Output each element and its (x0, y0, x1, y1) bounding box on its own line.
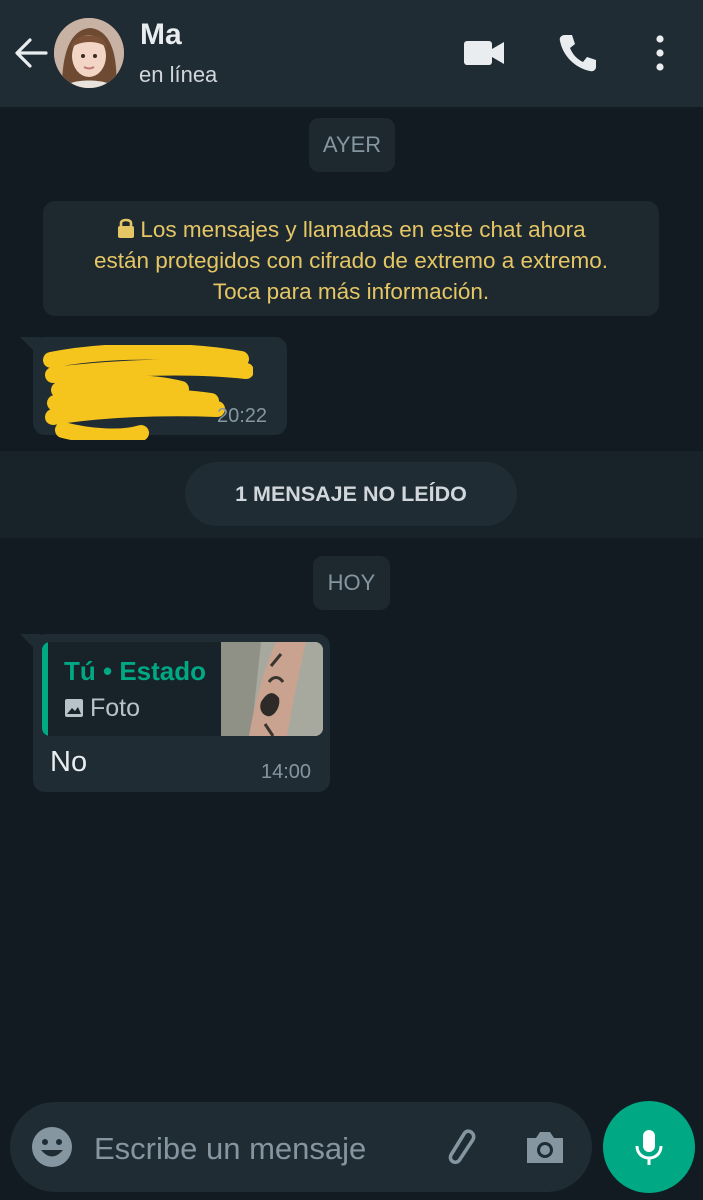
tattoo-photo-icon (221, 642, 323, 736)
contact-name[interactable]: Ma (140, 18, 182, 52)
status-photo-thumbnail (221, 642, 323, 736)
date-label: HOY (327, 570, 376, 595)
date-separator-yesterday: AYER (309, 118, 395, 172)
back-arrow-icon[interactable] (12, 34, 50, 72)
contact-status: en línea (139, 62, 218, 87)
lock-icon (118, 218, 135, 238)
message-time: 20:22 (217, 405, 268, 427)
message-composer[interactable]: Escribe un mensaje (10, 1102, 592, 1192)
photo-icon (65, 699, 83, 717)
date-separator-today: HOY (313, 556, 390, 610)
quote-subtitle: Foto (64, 694, 140, 723)
message-text: No (50, 746, 88, 778)
microphone-icon (635, 1130, 663, 1165)
encryption-notice-line1: Los mensajes y llamadas en este chat aho… (43, 214, 659, 245)
voice-message-button[interactable] (603, 1101, 695, 1193)
quote-title: Tú • Estado (64, 656, 206, 686)
attach-icon[interactable] (436, 1123, 484, 1171)
quote-accent-bar (42, 642, 48, 736)
more-options-icon[interactable] (637, 30, 683, 76)
message-input[interactable]: Escribe un mensaje (94, 1131, 366, 1167)
emoji-icon[interactable] (28, 1123, 76, 1171)
message-bubble-incoming[interactable]: 20:22 (33, 337, 287, 440)
avatar-photo-icon (54, 18, 124, 88)
quoted-status-reply[interactable]: Tú • Estado Foto (42, 642, 323, 736)
encryption-notice-line3: Toca para más información. (212, 279, 490, 304)
encryption-notice-line2: están protegidos con cifrado de extremo … (93, 248, 609, 273)
encryption-notice[interactable]: Los mensajes y llamadas en este chat aho… (43, 201, 659, 316)
message-time: 14:00 (261, 761, 312, 783)
video-call-icon[interactable] (461, 30, 507, 76)
camera-icon[interactable] (521, 1123, 569, 1171)
phone-call-icon[interactable] (555, 30, 601, 76)
contact-avatar[interactable] (54, 18, 124, 88)
date-label: AYER (322, 132, 382, 157)
unread-messages-badge: 1 MENSAJE NO LEÍDO (185, 462, 517, 526)
chat-header: Ma en línea (0, 0, 703, 107)
